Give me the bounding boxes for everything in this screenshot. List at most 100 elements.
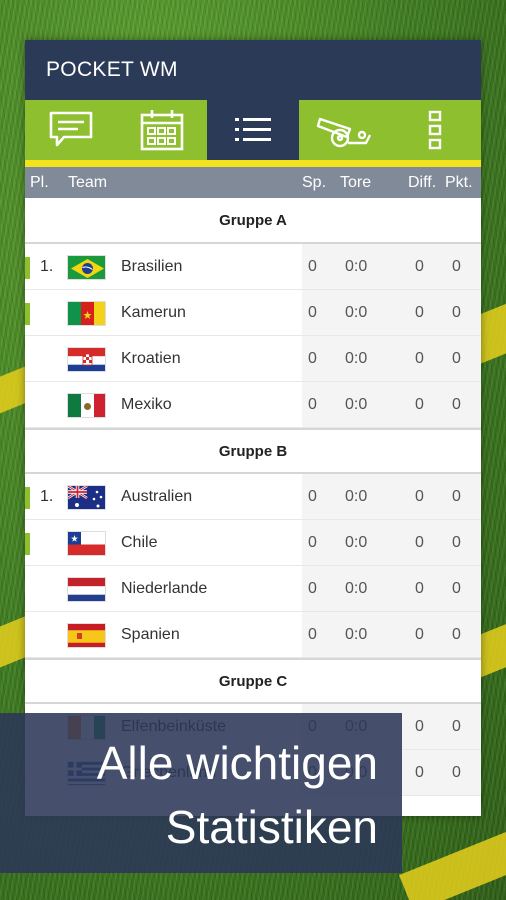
stat-played: 0 [308,350,317,367]
stat-diff: 0 [415,626,424,643]
team-stats: 0 0:0 0 0 [302,520,481,565]
stat-diff: 0 [415,764,424,781]
app-bar: POCKET WM [25,40,481,100]
stat-diff: 0 [415,396,424,413]
qualification-marker [25,257,30,279]
tab-more[interactable] [390,100,481,160]
table-row[interactable]: Spanien 0 0:0 0 0 [25,612,481,658]
stat-diff: 0 [415,534,424,551]
netherlands-flag-icon [67,577,106,602]
table-row[interactable]: 1. Australien 0 0:0 0 0 [25,474,481,520]
tab-indicator-bar [25,160,481,167]
promo-caption: Alle wichtigen Statistiken [0,713,402,873]
stat-points: 0 [452,718,461,735]
stat-goals: 0:0 [345,534,368,551]
stat-diff: 0 [415,580,424,597]
cameroon-flag-icon [67,301,106,326]
tab-bar [25,100,481,160]
team-stats: 0 0:0 0 0 [302,566,481,611]
stat-played: 0 [308,626,317,643]
stat-points: 0 [452,350,461,367]
stat-points: 0 [452,764,461,781]
qualification-marker [25,533,30,555]
team-name: Mexiko [121,396,172,413]
stat-diff: 0 [415,718,424,735]
qualification-marker [25,303,30,325]
tab-calendar[interactable] [116,100,207,160]
australia-flag-icon [67,485,106,510]
stat-goals: 0:0 [345,580,368,597]
stat-points: 0 [452,488,461,505]
croatia-flag-icon [67,347,106,372]
team-name: Kroatien [121,350,181,367]
chile-flag-icon [67,531,106,556]
team-stats: 0 0:0 0 0 [302,612,481,657]
stat-goals: 0:0 [345,626,368,643]
stat-played: 0 [308,258,317,275]
team-name: Spanien [121,626,180,643]
stat-goals: 0:0 [345,396,368,413]
stat-diff: 0 [415,488,424,505]
table-row[interactable]: 1. Brasilien 0 0:0 0 0 [25,244,481,290]
spain-flag-icon [67,623,106,648]
more-vertical-icon [429,110,442,150]
header-diff: Diff. [408,174,437,191]
header-goals: Tore [340,174,372,191]
stat-played: 0 [308,580,317,597]
stat-points: 0 [452,304,461,321]
team-name: Australien [121,488,193,505]
team-stats: 0 0:0 0 0 [302,290,481,335]
stat-points: 0 [452,258,461,275]
team-name: Chile [121,534,158,551]
standings-table: Gruppe A 1. Brasilien 0 0:0 0 0 Kamerun 0 0:0 0 0 Kr… [25,198,481,796]
stat-points: 0 [452,580,461,597]
mexico-flag-icon [67,393,106,418]
stat-played: 0 [308,534,317,551]
header-points: Pkt. [445,174,473,191]
header-place: Pl. [30,174,49,191]
table-row[interactable]: Mexiko 0 0:0 0 0 [25,382,481,428]
group-header: Gruppe A [25,198,481,244]
team-stats: 0 0:0 0 0 [302,244,481,289]
tab-chat[interactable] [25,100,116,160]
team-stats: 0 0:0 0 0 [302,336,481,381]
tab-table[interactable] [207,100,299,160]
table-row[interactable]: Niederlande 0 0:0 0 0 [25,566,481,612]
stat-goals: 0:0 [345,488,368,505]
header-played: Sp. [302,174,327,191]
calendar-icon [140,110,184,151]
table-header: Pl. Team Sp. Tore Diff. Pkt. [25,167,481,198]
stat-goals: 0:0 [345,304,368,321]
team-name: Kamerun [121,304,186,321]
stat-diff: 0 [415,350,424,367]
stat-points: 0 [452,396,461,413]
qualification-marker [25,487,30,509]
team-name: Brasilien [121,258,183,275]
caption-line-2: Statistiken [165,801,378,853]
table-row[interactable]: Kroatien 0 0:0 0 0 [25,336,481,382]
stat-goals: 0:0 [345,258,368,275]
stat-points: 0 [452,534,461,551]
table-row[interactable]: Kamerun 0 0:0 0 0 [25,290,481,336]
chat-icon [49,111,92,147]
header-team: Team [68,174,108,191]
tab-cannon[interactable] [299,100,390,160]
stat-played: 0 [308,396,317,413]
app-window: POCKET WM Pl. Team Sp. Tore Diff. Pkt. G… [25,40,481,816]
group-header: Gruppe B [25,428,481,474]
team-stats: 0 0:0 0 0 [302,382,481,427]
stat-diff: 0 [415,258,424,275]
team-place: 1. [40,258,54,275]
team-place: 1. [40,488,54,505]
cannon-icon [317,117,372,148]
stat-played: 0 [308,488,317,505]
stat-diff: 0 [415,304,424,321]
stat-points: 0 [452,626,461,643]
background-stripe [399,807,506,900]
team-name: Niederlande [121,580,208,597]
table-row[interactable]: Chile 0 0:0 0 0 [25,520,481,566]
app-title: POCKET WM [46,58,178,81]
stat-played: 0 [308,304,317,321]
list-icon [235,118,271,141]
group-header: Gruppe C [25,658,481,704]
